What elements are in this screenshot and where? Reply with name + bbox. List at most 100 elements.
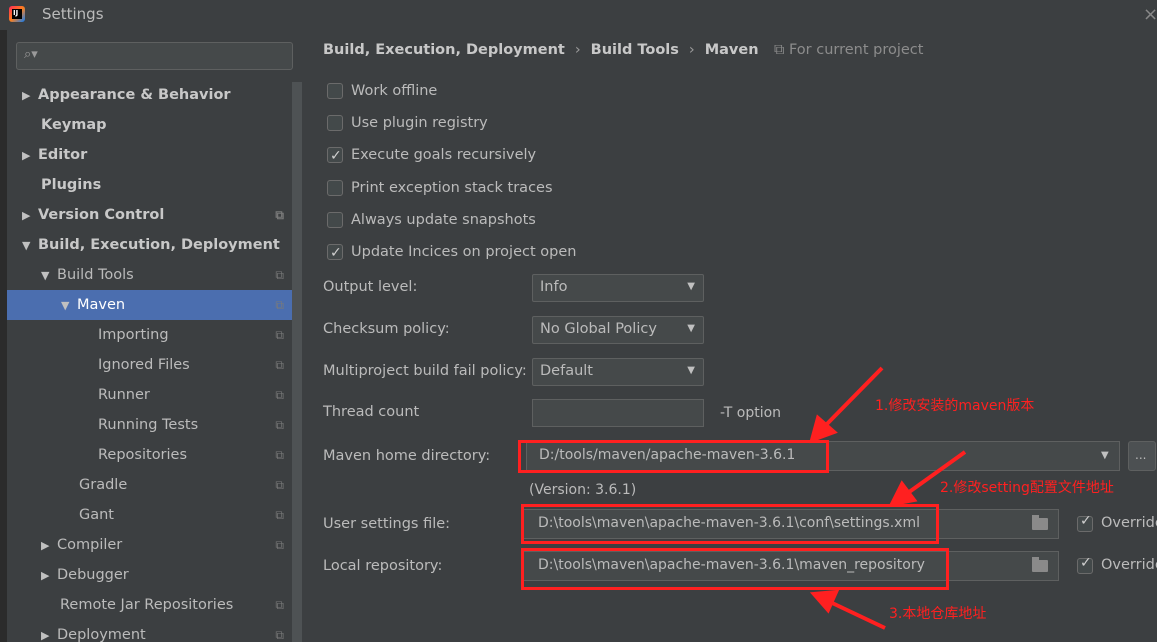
expand-arrow-icon[interactable]: ▶	[41, 621, 57, 642]
fail-policy-select[interactable]: Default ▼	[532, 358, 704, 386]
sidebar-item-label: Running Tests	[98, 417, 199, 433]
settings-sidebar: ⌕▾ ▶ Appearance & Behavior Keymap ▶ Editor…	[0, 30, 302, 642]
intellij-logo-icon: IJ	[9, 6, 25, 22]
checkbox-label: Override	[1101, 515, 1157, 531]
annotation-text-1: 1.修改安装的maven版本	[875, 398, 1035, 414]
chevron-down-icon: ▼	[1101, 450, 1109, 461]
folder-icon[interactable]	[1032, 515, 1048, 530]
sidebar-item-label: Editor	[38, 147, 88, 163]
sidebar-item-repositories[interactable]: Repositories ⧉	[7, 440, 292, 470]
local-repository-label: Local repository:	[323, 558, 443, 574]
close-icon[interactable]: ×	[1143, 4, 1157, 25]
maven-home-browse-button[interactable]: ...	[1128, 441, 1156, 471]
chevron-down-icon: ▼	[687, 323, 695, 334]
annotation-text-3: 3.本地仓库地址	[889, 606, 987, 622]
breadcrumb-separator: ›	[688, 42, 695, 58]
checkbox-label: Override	[1101, 557, 1157, 573]
project-scope-icon: ⧉	[275, 208, 284, 222]
sidebar-item-gradle[interactable]: Gradle ⧉	[7, 470, 292, 500]
select-value: No Global Policy	[540, 321, 657, 337]
sidebar-item-gant[interactable]: Gant ⧉	[7, 500, 292, 530]
project-scope-icon: ⧉	[275, 298, 284, 312]
sidebar-item-label: Version Control	[38, 207, 165, 223]
sidebar-item-build-tools[interactable]: ▼ Build Tools ⧉	[7, 260, 292, 290]
checkbox-box[interactable]	[327, 144, 343, 168]
project-scope-icon: ⧉	[275, 538, 284, 552]
project-scope-icon: ⧉	[275, 478, 284, 492]
checkbox-box[interactable]	[327, 115, 343, 131]
checksum-policy-select[interactable]: No Global Policy ▼	[532, 316, 704, 344]
expand-arrow-icon[interactable]: ▶	[22, 141, 38, 171]
collapse-arrow-icon[interactable]: ▼	[41, 261, 57, 291]
maven-home-label: Maven home directory:	[323, 448, 491, 464]
breadcrumb-item: Maven	[704, 42, 759, 58]
sidebar-item-compiler[interactable]: ▶ Compiler ⧉	[7, 530, 292, 560]
select-value: Info	[540, 279, 568, 295]
sidebar-item-ignored-files[interactable]: Ignored Files ⧉	[7, 350, 292, 380]
sidebar-item-label: Runner	[98, 387, 150, 403]
search-input[interactable]: ⌕▾	[16, 42, 293, 70]
checkbox-label: Always update snapshots	[351, 212, 536, 228]
thread-count-input[interactable]	[532, 399, 704, 427]
sidebar-item-maven[interactable]: ▼ Maven ⧉	[7, 290, 292, 320]
thread-option-hint: -T option	[720, 405, 782, 421]
annotation-box-local-repository	[521, 548, 949, 590]
output-level-label: Output level:	[323, 279, 418, 295]
sidebar-item-remote-jar-repositories[interactable]: Remote Jar Repositories ⧉	[7, 590, 292, 620]
sidebar-item-deployment[interactable]: ▶ Deployment ⧉	[7, 620, 292, 642]
breadcrumb-separator: ›	[574, 42, 581, 58]
breadcrumb: Build, Execution, Deployment › Build Tools…	[323, 42, 759, 58]
expand-arrow-icon[interactable]: ▶	[41, 531, 57, 561]
collapse-arrow-icon[interactable]: ▼	[22, 231, 38, 261]
project-scope-icon: ⧉	[275, 598, 284, 612]
annotation-box-maven-home	[518, 440, 829, 473]
output-level-select[interactable]: Info ▼	[532, 274, 704, 302]
maven-version-label: (Version: 3.6.1)	[529, 482, 637, 498]
sidebar-item-label: Build, Execution, Deployment	[38, 237, 280, 253]
sidebar-item-runner[interactable]: Runner ⧉	[7, 380, 292, 410]
checksum-policy-label: Checksum policy:	[323, 321, 450, 337]
title-bar: IJ Settings ×	[0, 0, 1157, 30]
chevron-down-icon: ▼	[687, 281, 695, 292]
user-settings-label: User settings file:	[323, 516, 451, 532]
sidebar-item-importing[interactable]: Importing ⧉	[7, 320, 292, 350]
folder-icon[interactable]	[1032, 557, 1048, 572]
sidebar-item-version-control[interactable]: ▶ Version Control ⧉	[7, 200, 292, 230]
checkbox-label: Update Incices on project open	[351, 244, 577, 260]
project-scope-icon: ⧉	[275, 328, 284, 342]
scope-label: ⧉ For current project	[774, 42, 924, 58]
project-scope-icon: ⧉	[275, 268, 284, 282]
checkbox-box[interactable]	[327, 83, 343, 99]
project-scope-icon: ⧉	[275, 628, 284, 642]
fail-policy-label: Multiproject build fail policy:	[323, 363, 527, 379]
checkbox-box[interactable]	[327, 212, 343, 228]
checkbox-box[interactable]	[327, 241, 343, 265]
expand-arrow-icon[interactable]: ▶	[22, 81, 38, 111]
checkbox-box[interactable]	[1077, 555, 1093, 574]
select-value: Default	[540, 363, 593, 379]
sidebar-item-editor[interactable]: ▶ Editor	[7, 140, 292, 170]
sidebar-item-running-tests[interactable]: Running Tests ⧉	[7, 410, 292, 440]
maven-home-dropdown-button[interactable]: ▼	[1094, 441, 1120, 471]
search-icon: ⌕▾	[24, 47, 38, 62]
chevron-down-icon: ▼	[687, 365, 695, 376]
checkbox-box[interactable]	[327, 180, 343, 196]
sidebar-item-appearance[interactable]: ▶ Appearance & Behavior	[7, 80, 292, 110]
expand-arrow-icon[interactable]: ▶	[41, 561, 57, 591]
sidebar-item-build-execution-deployment[interactable]: ▼ Build, Execution, Deployment	[7, 230, 292, 260]
sidebar-item-label: Deployment	[57, 627, 146, 642]
collapse-arrow-icon[interactable]: ▼	[61, 291, 77, 321]
maven-home-field-extension[interactable]	[794, 441, 1094, 471]
sidebar-item-keymap[interactable]: Keymap	[7, 110, 292, 140]
sidebar-item-label: Plugins	[41, 177, 102, 193]
annotation-text-2: 2.修改setting配置文件地址	[940, 480, 1114, 496]
sidebar-item-plugins[interactable]: Plugins	[7, 170, 292, 200]
sidebar-item-label: Remote Jar Repositories	[60, 597, 234, 613]
sidebar-item-label: Importing	[98, 327, 169, 343]
checkbox-label: Print exception stack traces	[351, 180, 553, 196]
sidebar-scrollbar[interactable]	[292, 82, 302, 642]
expand-arrow-icon[interactable]: ▶	[22, 201, 38, 231]
sidebar-item-debugger[interactable]: ▶ Debugger	[7, 560, 292, 590]
sidebar-item-label: Gradle	[79, 477, 128, 493]
checkbox-box[interactable]	[1077, 513, 1093, 532]
